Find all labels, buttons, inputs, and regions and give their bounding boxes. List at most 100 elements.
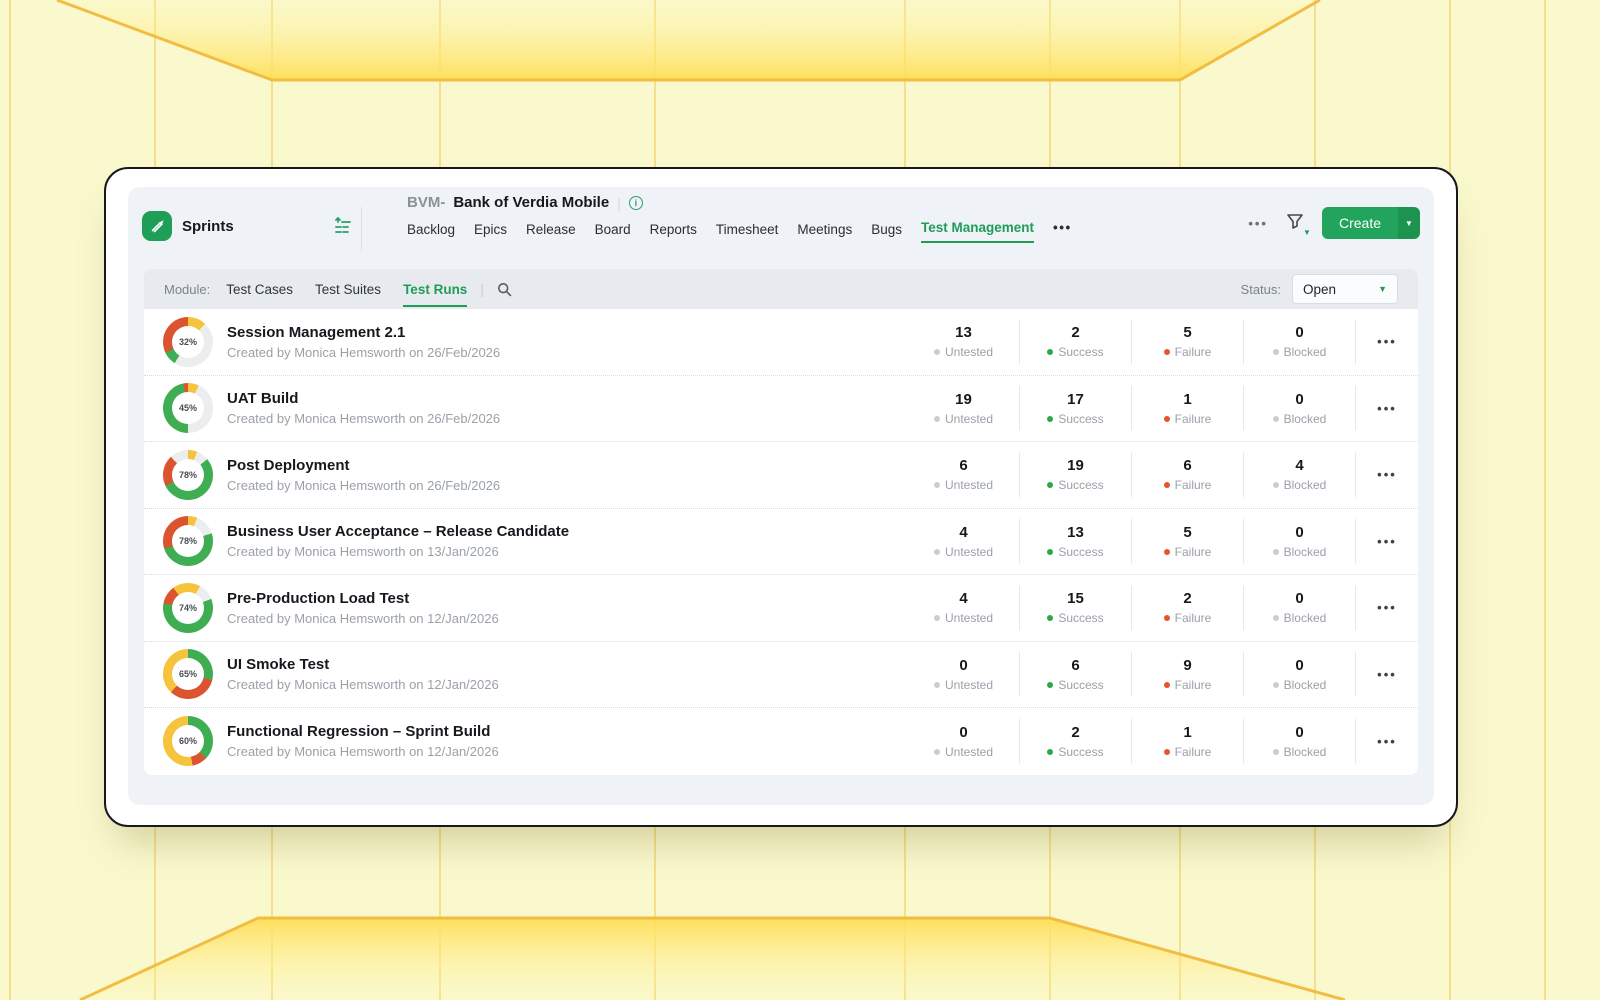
failure-dot-icon bbox=[1164, 349, 1170, 355]
blocked-count: 0 bbox=[1244, 524, 1355, 541]
test-run-info: UI Smoke Test Created by Monica Hemswort… bbox=[227, 656, 499, 692]
test-run-subtitle: Created by Monica Hemsworth on 26/Feb/20… bbox=[227, 345, 500, 360]
failure-count: 5 bbox=[1132, 524, 1243, 541]
search-icon[interactable] bbox=[497, 282, 512, 297]
untested-dot-icon bbox=[934, 749, 940, 755]
failure-count: 9 bbox=[1132, 657, 1243, 674]
success-label: Success bbox=[1058, 745, 1103, 759]
test-run-row[interactable]: 74% Pre-Production Load Test Created by … bbox=[144, 575, 1418, 642]
stat-success: 2 Success bbox=[1020, 320, 1132, 364]
blocked-label: Blocked bbox=[1284, 745, 1327, 759]
row-more-button[interactable]: ••• bbox=[1356, 667, 1418, 682]
status-caret-icon: ▼ bbox=[1378, 284, 1387, 294]
stat-untested: 0 Untested bbox=[908, 652, 1020, 696]
untested-label: Untested bbox=[945, 611, 993, 625]
stat-blocked: 4 Blocked bbox=[1244, 453, 1356, 497]
stat-untested: 4 Untested bbox=[908, 519, 1020, 563]
nav-tab-reports[interactable]: Reports bbox=[650, 222, 697, 243]
row-more-button[interactable]: ••• bbox=[1356, 600, 1418, 615]
test-run-title[interactable]: Pre-Production Load Test bbox=[227, 590, 499, 607]
failure-dot-icon bbox=[1164, 416, 1170, 422]
nav-tab-test-management[interactable]: Test Management bbox=[921, 220, 1034, 243]
blocked-dot-icon bbox=[1273, 615, 1279, 621]
success-label: Success bbox=[1058, 678, 1103, 692]
untested-dot-icon bbox=[934, 549, 940, 555]
failure-count: 5 bbox=[1132, 324, 1243, 341]
row-more-button[interactable]: ••• bbox=[1356, 534, 1418, 549]
test-run-stats: 19 Untested 17 Success 1 Failure 0 Block… bbox=[908, 386, 1356, 430]
progress-percent: 78% bbox=[172, 459, 204, 491]
stat-failure: 5 Failure bbox=[1132, 519, 1244, 563]
nav-tab-backlog[interactable]: Backlog bbox=[407, 222, 455, 243]
stat-blocked: 0 Blocked bbox=[1244, 320, 1356, 364]
header-more-button[interactable]: ••• bbox=[1248, 216, 1268, 231]
progress-donut: 45% bbox=[163, 383, 213, 433]
untested-dot-icon bbox=[934, 682, 940, 688]
brand[interactable]: Sprints bbox=[142, 211, 234, 241]
test-run-title[interactable]: UAT Build bbox=[227, 390, 500, 407]
status-value: Open bbox=[1303, 282, 1336, 297]
success-count: 6 bbox=[1020, 657, 1131, 674]
stat-untested: 6 Untested bbox=[908, 453, 1020, 497]
project-info-icon[interactable]: i bbox=[629, 196, 643, 210]
status-select[interactable]: Open ▼ bbox=[1292, 274, 1398, 304]
progress-donut: 78% bbox=[163, 516, 213, 566]
blocked-dot-icon bbox=[1273, 549, 1279, 555]
blocked-dot-icon bbox=[1273, 749, 1279, 755]
success-label: Success bbox=[1058, 478, 1103, 492]
test-run-row[interactable]: 32% Session Management 2.1 Created by Mo… bbox=[144, 309, 1418, 376]
test-run-stats: 4 Untested 13 Success 5 Failure 0 Blocke… bbox=[908, 519, 1356, 563]
test-run-row[interactable]: 78% Business User Acceptance – Release C… bbox=[144, 509, 1418, 576]
nav-tab-epics[interactable]: Epics bbox=[474, 222, 507, 243]
nav-tab-bugs[interactable]: Bugs bbox=[871, 222, 902, 243]
stat-blocked: 0 Blocked bbox=[1244, 386, 1356, 430]
blocked-label: Blocked bbox=[1284, 478, 1327, 492]
title-divider: | bbox=[617, 195, 621, 211]
test-run-title[interactable]: UI Smoke Test bbox=[227, 656, 499, 673]
blocked-label: Blocked bbox=[1284, 678, 1327, 692]
test-run-subtitle: Created by Monica Hemsworth on 12/Jan/20… bbox=[227, 611, 499, 626]
project-block: BVM- Bank of Verdia Mobile | i BacklogEp… bbox=[407, 194, 1072, 243]
test-run-title[interactable]: Post Deployment bbox=[227, 457, 500, 474]
module-tab-test-runs[interactable]: Test Runs bbox=[403, 271, 467, 307]
module-tab-test-cases[interactable]: Test Cases bbox=[226, 271, 293, 307]
row-more-button[interactable]: ••• bbox=[1356, 734, 1418, 749]
test-run-title[interactable]: Business User Acceptance – Release Candi… bbox=[227, 523, 569, 540]
test-run-title[interactable]: Functional Regression – Sprint Build bbox=[227, 723, 499, 740]
stat-blocked: 0 Blocked bbox=[1244, 652, 1356, 696]
test-run-subtitle: Created by Monica Hemsworth on 26/Feb/20… bbox=[227, 411, 500, 426]
create-button[interactable]: Create bbox=[1322, 207, 1398, 239]
stat-failure: 5 Failure bbox=[1132, 320, 1244, 364]
progress-percent: 74% bbox=[172, 592, 204, 624]
test-run-row[interactable]: 78% Post Deployment Created by Monica He… bbox=[144, 442, 1418, 509]
row-more-button[interactable]: ••• bbox=[1356, 334, 1418, 349]
module-tab-test-suites[interactable]: Test Suites bbox=[315, 271, 381, 307]
success-count: 13 bbox=[1020, 524, 1131, 541]
success-dot-icon bbox=[1047, 482, 1053, 488]
failure-count: 2 bbox=[1132, 590, 1243, 607]
progress-percent: 32% bbox=[172, 326, 204, 358]
nav-more-button[interactable]: ••• bbox=[1053, 220, 1072, 243]
filter-icon[interactable]: ▼ bbox=[1286, 212, 1304, 235]
row-more-button[interactable]: ••• bbox=[1356, 467, 1418, 482]
nav-tab-timesheet[interactable]: Timesheet bbox=[716, 222, 779, 243]
failure-dot-icon bbox=[1164, 549, 1170, 555]
create-dropdown-button[interactable]: ▼ bbox=[1398, 207, 1420, 239]
nav-tab-board[interactable]: Board bbox=[595, 222, 631, 243]
untested-label: Untested bbox=[945, 412, 993, 426]
nav-tab-release[interactable]: Release bbox=[526, 222, 576, 243]
failure-label: Failure bbox=[1175, 678, 1212, 692]
nav-tab-meetings[interactable]: Meetings bbox=[797, 222, 852, 243]
test-run-subtitle: Created by Monica Hemsworth on 26/Feb/20… bbox=[227, 478, 500, 493]
blocked-count: 0 bbox=[1244, 590, 1355, 607]
test-run-row[interactable]: 60% Functional Regression – Sprint Build… bbox=[144, 708, 1418, 775]
success-dot-icon bbox=[1047, 416, 1053, 422]
test-run-title[interactable]: Session Management 2.1 bbox=[227, 324, 500, 341]
row-more-button[interactable]: ••• bbox=[1356, 401, 1418, 416]
status-label: Status: bbox=[1241, 282, 1281, 297]
test-run-row[interactable]: 65% UI Smoke Test Created by Monica Hems… bbox=[144, 642, 1418, 709]
backlog-list-icon[interactable] bbox=[333, 216, 353, 241]
success-dot-icon bbox=[1047, 682, 1053, 688]
test-run-row[interactable]: 45% UAT Build Created by Monica Hemswort… bbox=[144, 376, 1418, 443]
blocked-count: 0 bbox=[1244, 324, 1355, 341]
